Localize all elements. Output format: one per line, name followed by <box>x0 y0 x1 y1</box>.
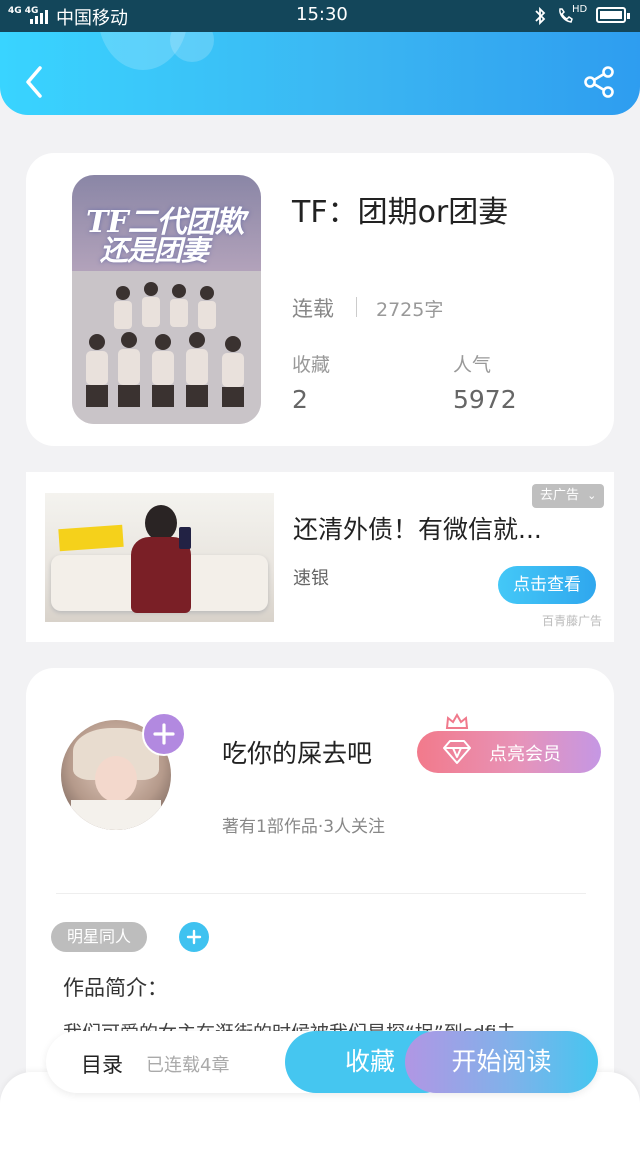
vip-member-button[interactable]: 点亮会员 <box>417 731 601 773</box>
genre-tag[interactable]: 明星同人 <box>51 922 147 952</box>
status-bar: 4G 4G 中国移动 15:30 HD <box>0 0 640 32</box>
start-reading-button[interactable]: 开始阅读 <box>405 1031 598 1093</box>
carrier-name: 中国移动 <box>56 8 128 29</box>
hd-indicator: HD <box>572 4 588 15</box>
header-bar: 4G 4G 中国移动 15:30 HD <box>0 0 640 115</box>
diamond-icon <box>443 740 471 764</box>
ad-phone <box>179 527 191 549</box>
popularity-label: 人气 <box>453 354 492 376</box>
intro-heading: 作品简介： <box>63 976 168 1000</box>
remove-ad-label: 去广告 <box>540 488 580 503</box>
ad-card[interactable]: 去广告 ⌄ 还清外债！有微信就... 速银 点击查看 百青藤广告 <box>26 472 614 642</box>
share-icon[interactable] <box>582 64 618 100</box>
section-divider <box>56 893 586 894</box>
favorites-label: 收藏 <box>292 354 331 376</box>
battery-icon <box>596 7 630 23</box>
plus-icon <box>186 929 202 945</box>
follow-plus-button[interactable] <box>142 712 186 756</box>
author-stats: 著有1部作品·3人关注 <box>222 817 386 837</box>
clock: 15:30 <box>296 4 348 25</box>
serial-status: 连载 <box>292 297 334 321</box>
ad-source: 百青藤广告 <box>542 614 603 628</box>
bluetooth-icon <box>535 6 546 26</box>
book-info-card: TF二代团欺 还是团妻 TF：团期or团妻 连载 2725字 收藏 2 人气 5… <box>26 153 614 446</box>
word-count: 2725字 <box>376 299 444 321</box>
chevron-down-icon: ⌄ <box>587 489 597 502</box>
avatar-face <box>95 756 137 802</box>
divider <box>356 297 357 317</box>
cover-subtitle: 还是团妻 <box>100 234 209 267</box>
ad-brand: 速银 <box>293 568 329 589</box>
avatar-shirt <box>71 800 161 830</box>
popularity-value: 5972 <box>453 385 517 414</box>
book-title: TF：团期or团妻 <box>292 195 509 230</box>
ad-badge <box>58 524 124 552</box>
signal-icon <box>30 8 50 24</box>
favorites-value: 2 <box>292 385 308 414</box>
ad-title: 还清外债！有微信就... <box>293 515 542 544</box>
ad-image <box>45 493 274 622</box>
book-cover[interactable]: TF二代团欺 还是团妻 <box>72 175 261 424</box>
catalog-button[interactable]: 目录 <box>81 1049 123 1079</box>
remove-ad-button[interactable]: 去广告 ⌄ <box>532 484 604 508</box>
chapter-count: 已连载4章 <box>146 1055 230 1076</box>
add-tag-button[interactable] <box>179 922 209 952</box>
vip-label: 点亮会员 <box>489 744 561 765</box>
ad-view-button[interactable]: 点击查看 <box>498 566 596 604</box>
cover-group-photo <box>72 271 261 424</box>
plus-icon <box>153 723 175 745</box>
back-arrow-icon[interactable] <box>20 62 50 102</box>
ad-person-head <box>145 505 177 541</box>
author-name: 吃你的屎去吧 <box>222 739 373 768</box>
crown-icon <box>445 712 469 729</box>
